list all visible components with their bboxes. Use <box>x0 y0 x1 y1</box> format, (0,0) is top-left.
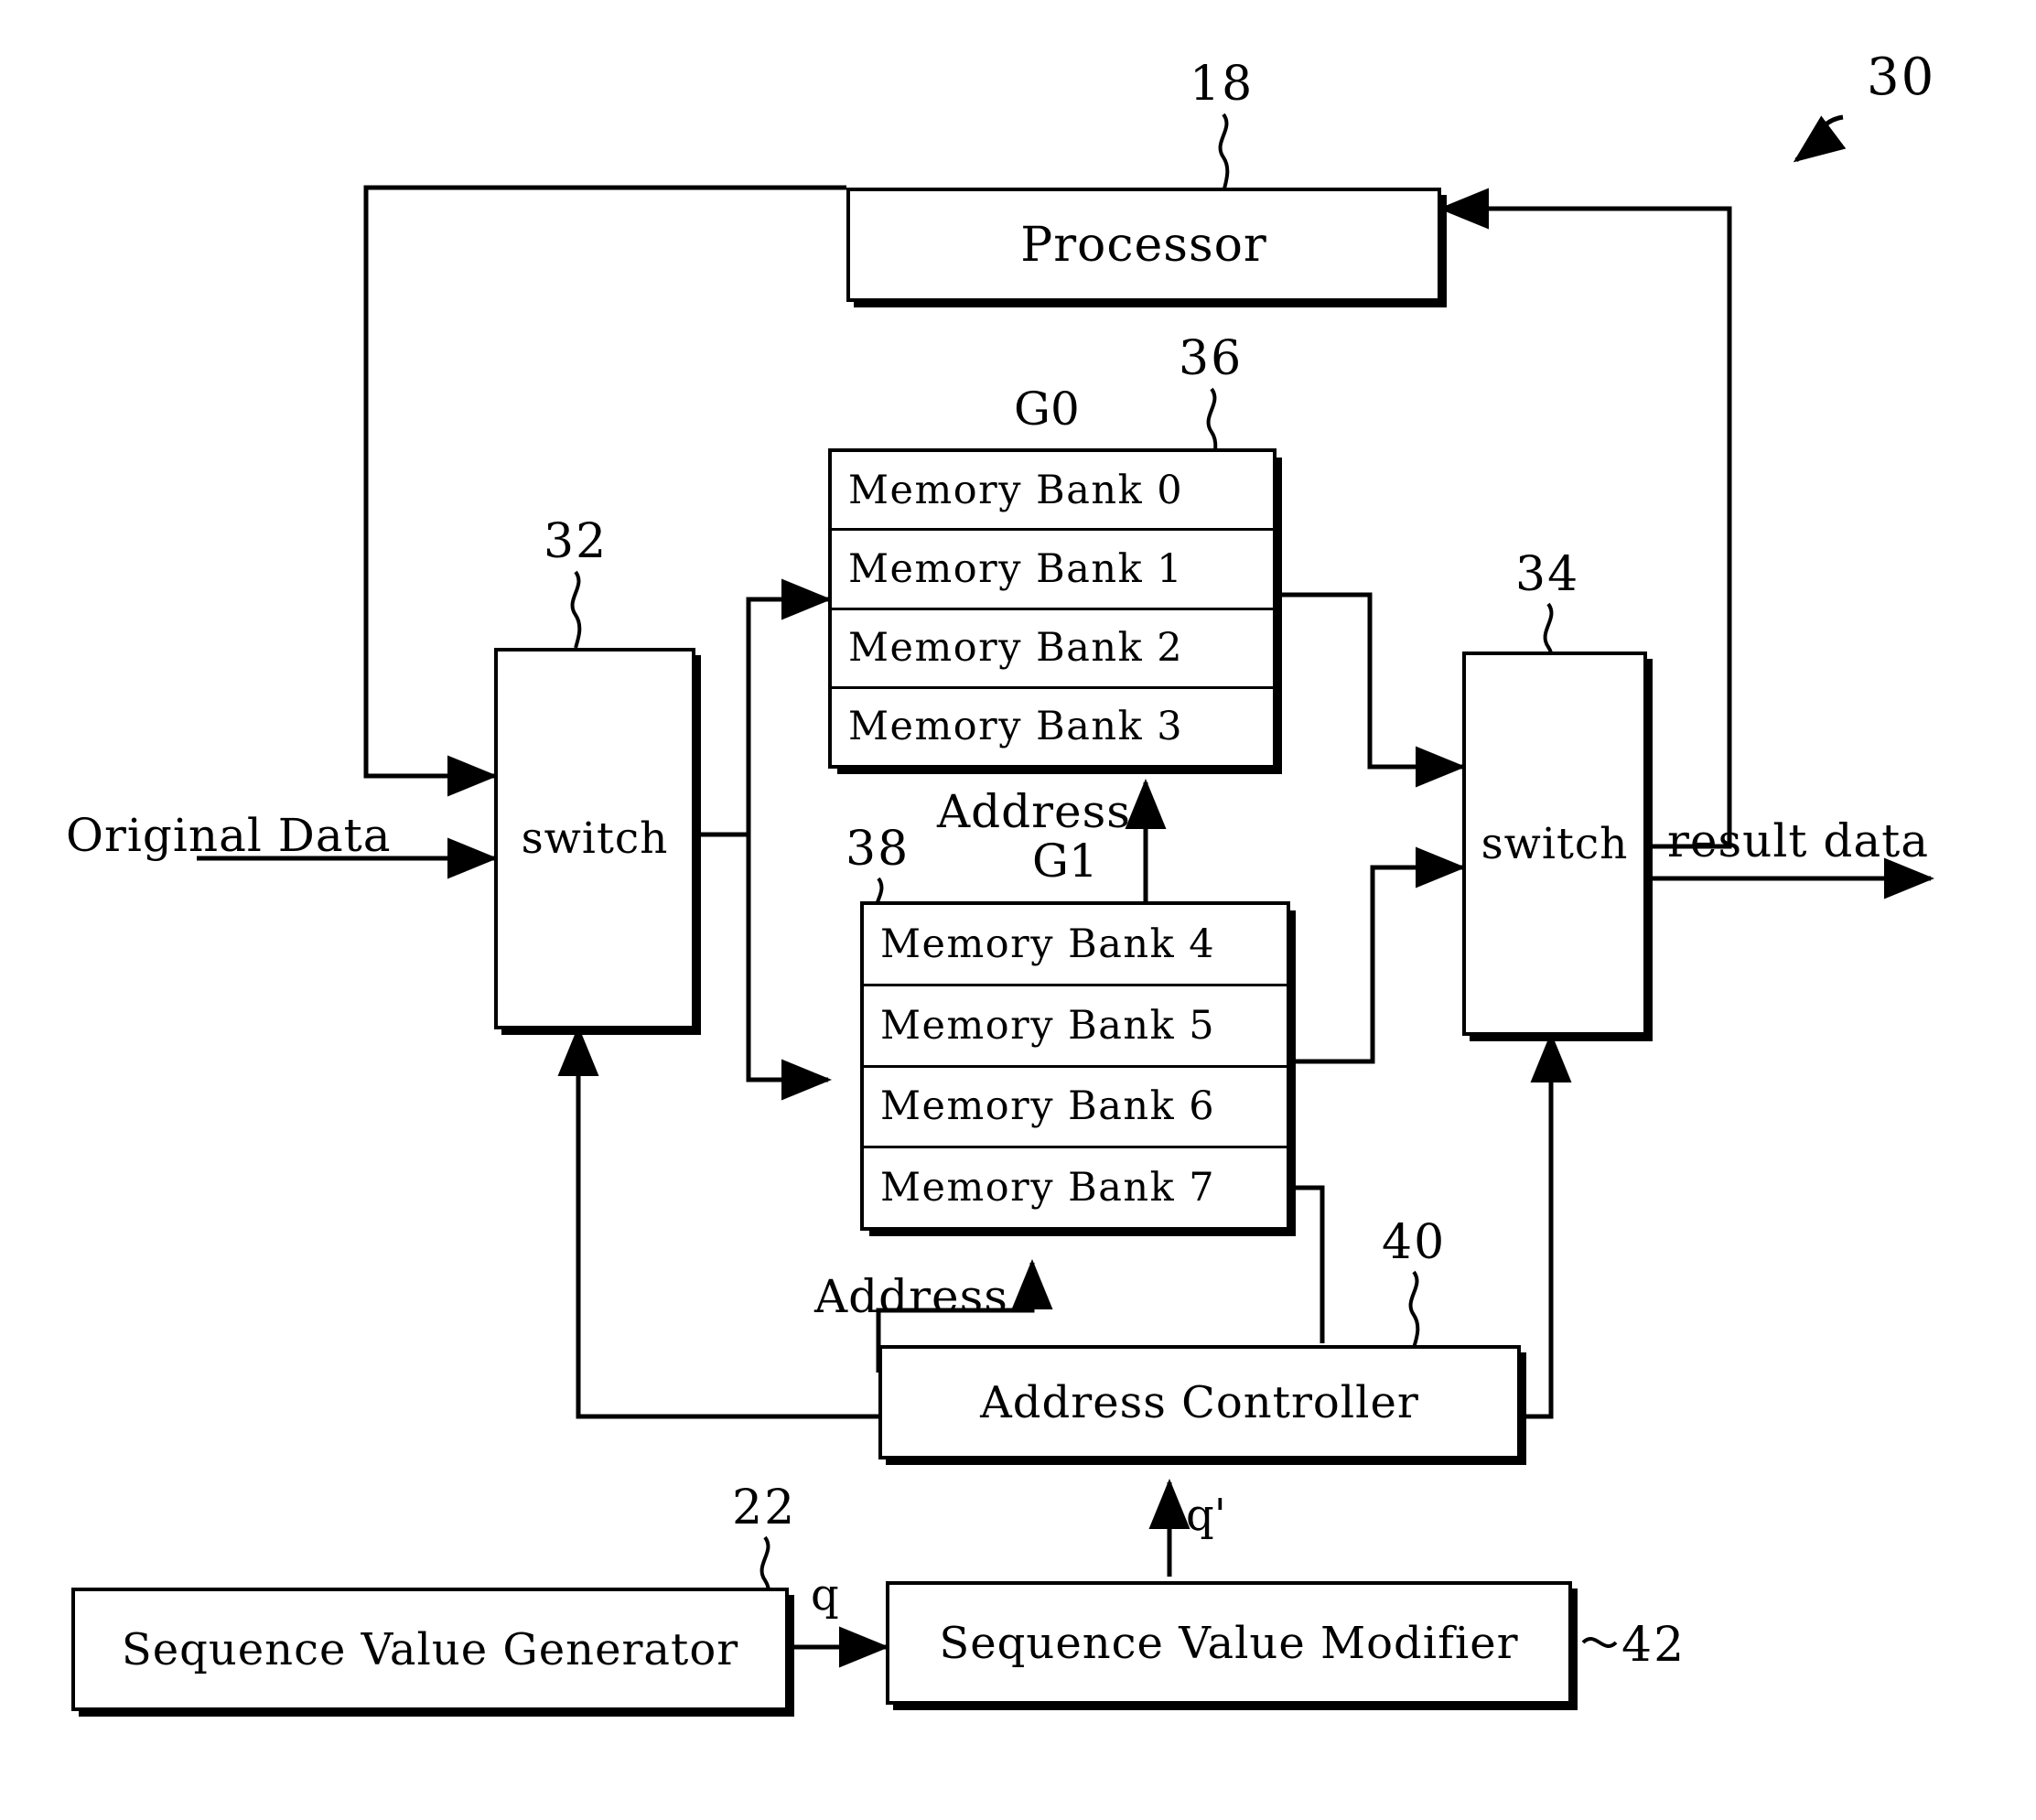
memory-bank-row[interactable]: Memory Bank 6 <box>864 1068 1287 1149</box>
address-controller-label: Address Controller <box>980 1376 1419 1428</box>
sequence-value-modifier-block[interactable]: Sequence Value Modifier <box>886 1581 1572 1705</box>
memory-group-g1[interactable]: Memory Bank 4 Memory Bank 5 Memory Bank … <box>860 901 1290 1231</box>
memory-bank-row[interactable]: Memory Bank 1 <box>832 531 1273 610</box>
memory-bank-row[interactable]: Memory Bank 7 <box>864 1148 1287 1227</box>
figure-number-leader <box>1793 114 1847 163</box>
memory-bank-row[interactable]: Memory Bank 2 <box>832 610 1273 689</box>
memory-bank-label: Memory Bank 7 <box>880 1165 1216 1212</box>
reference-numeral-18: 18 <box>1190 57 1255 112</box>
wire-address-controller-to-switch-out <box>1521 1031 1572 1419</box>
figure-number-30: 30 <box>1867 48 1936 107</box>
memory-group-g0[interactable]: Memory Bank 0 Memory Bank 1 Memory Bank … <box>828 448 1277 769</box>
memory-bank-label: Memory Bank 0 <box>848 467 1184 513</box>
wire-g0-to-switch-out <box>1277 592 1467 788</box>
switch-input-label: switch <box>521 813 669 864</box>
original-data-label: Original Data <box>66 809 392 862</box>
wire-switch-in-to-g1 <box>695 832 833 1101</box>
address-label-g0: Address <box>937 785 1131 838</box>
memory-bank-label: Memory Bank 1 <box>848 545 1184 592</box>
switch-input-block[interactable]: switch <box>494 648 695 1029</box>
wire-switch-in-to-g0 <box>695 578 833 837</box>
memory-bank-label: Memory Bank 2 <box>848 625 1184 672</box>
q-prime-signal-label: q' <box>1186 1490 1226 1541</box>
switch-output-label: switch <box>1481 818 1629 869</box>
result-data-label: result data <box>1667 814 1930 867</box>
memory-bank-row[interactable]: Memory Bank 3 <box>832 689 1273 765</box>
reference-numeral-38: 38 <box>846 822 910 877</box>
memory-bank-label: Memory Bank 6 <box>880 1083 1216 1130</box>
processor-label: Processor <box>1020 217 1267 273</box>
memory-bank-row[interactable]: Memory Bank 0 <box>832 452 1273 532</box>
wire-g1-to-switch-out <box>1292 846 1467 1064</box>
patent-figure: Processor switch switch Memory Bank 0 Me… <box>0 0 2036 1820</box>
wire-address-controller-to-switch-in <box>557 1025 878 1419</box>
reference-numeral-42: 42 <box>1621 1618 1686 1673</box>
switch-output-block[interactable]: switch <box>1462 652 1647 1036</box>
sequence-value-generator-block[interactable]: Sequence Value Generator <box>71 1588 789 1711</box>
reference-numeral-36: 36 <box>1179 331 1244 386</box>
memory-bank-label: Memory Bank 4 <box>880 921 1216 967</box>
reference-numeral-22: 22 <box>732 1481 797 1535</box>
q-signal-label: q <box>811 1569 839 1621</box>
memory-bank-row[interactable]: Memory Bank 5 <box>864 986 1287 1068</box>
reference-numeral-32: 32 <box>544 514 609 569</box>
address-label-g1: Address <box>814 1270 1008 1323</box>
address-controller-block[interactable]: Address Controller <box>878 1345 1521 1459</box>
sequence-value-modifier-label: Sequence Value Modifier <box>939 1617 1519 1669</box>
memory-bank-label: Memory Bank 5 <box>880 1002 1216 1049</box>
group-g0-title: G0 <box>1014 382 1080 436</box>
reference-numeral-40: 40 <box>1382 1215 1447 1270</box>
processor-block[interactable]: Processor <box>846 188 1441 302</box>
group-g1-title: G1 <box>1032 835 1098 888</box>
memory-bank-label: Memory Bank 3 <box>848 704 1184 750</box>
sequence-value-generator-label: Sequence Value Generator <box>121 1623 739 1675</box>
reference-numeral-34: 34 <box>1515 547 1580 602</box>
memory-bank-row[interactable]: Memory Bank 4 <box>864 905 1287 986</box>
